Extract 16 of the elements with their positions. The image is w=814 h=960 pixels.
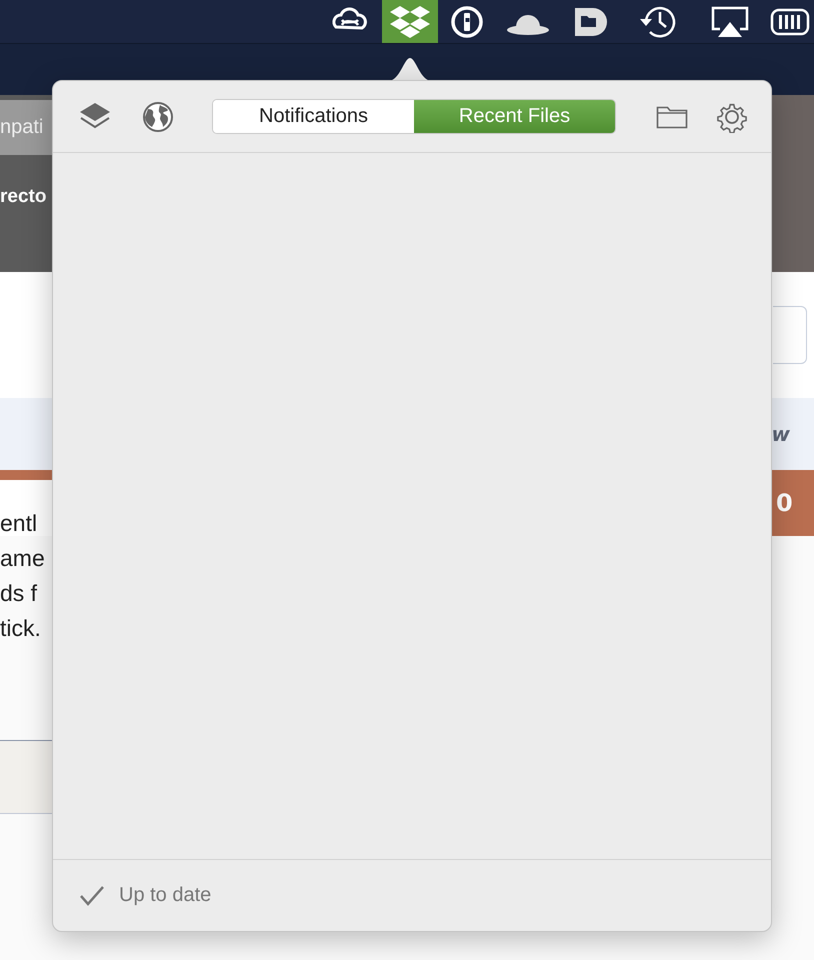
count-badge: 0 xyxy=(772,470,814,536)
status-text: Up to date xyxy=(119,884,212,907)
toolbar-label: recto xyxy=(0,185,48,209)
paragraph-text: entl ame ds f tick. xyxy=(0,509,46,643)
checkmark-icon xyxy=(79,884,105,906)
accent-bar xyxy=(0,470,52,480)
folder-tag-icon xyxy=(573,6,609,38)
segment-tab[interactable]: Recent Files xyxy=(414,100,615,133)
battery-icon xyxy=(770,6,810,36)
column-heading: w xyxy=(772,422,790,446)
toolbar-tab[interactable]: npati xyxy=(0,100,52,155)
open-box-icon xyxy=(390,4,430,40)
globe-icon xyxy=(142,100,174,132)
screen-triangle-icon xyxy=(710,4,750,38)
folder-icon xyxy=(656,104,688,130)
keyhole-icon xyxy=(450,4,484,38)
